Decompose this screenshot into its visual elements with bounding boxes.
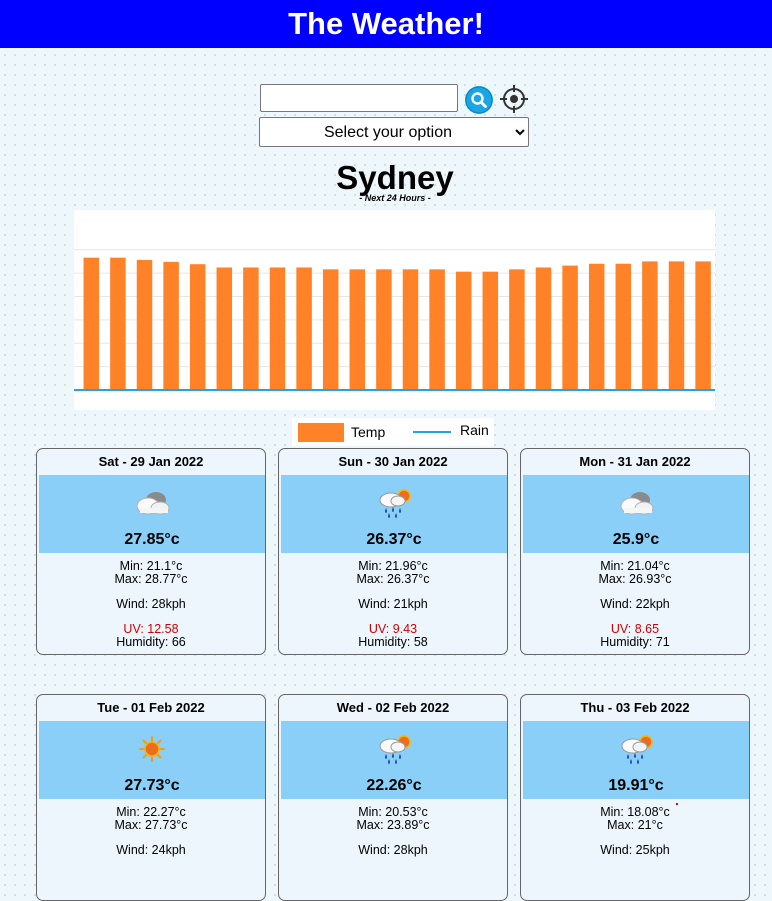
forecast-panel: 25.9°c [523, 475, 749, 553]
forecast-panel: 26.37°c [281, 475, 507, 553]
forecast-max: Max: 27.73°c [114, 818, 188, 832]
chart-temp-bar [189, 264, 206, 390]
search-icon [465, 86, 493, 114]
legend-rain-label: Rain [460, 422, 489, 438]
app-title: The Weather! [288, 6, 484, 41]
decorative-dot [676, 803, 678, 805]
option-select[interactable]: Select your option [259, 117, 529, 147]
forecast-card: Mon - 31 Jan 2022 25.9°c Min: 21.04°c Ma… [520, 448, 750, 655]
chart-temp-bar [110, 257, 126, 390]
forecast-humidity: Humidity: 58 [358, 635, 428, 649]
forecast-max: Max: 28.77°c [114, 572, 188, 586]
forecast-panel: 27.85°c [39, 475, 265, 553]
forecast-panel: 27.73°c [39, 721, 265, 799]
rain-sun-icon [616, 732, 656, 766]
chart-temp-bar [402, 269, 419, 390]
forecast-max: Max: 23.89°c [356, 818, 430, 832]
forecast-card: Sat - 29 Jan 2022 27.85°c Min: 21.1°c Ma… [36, 448, 266, 655]
forecast-date: Sun - 30 Jan 2022 [338, 454, 448, 469]
forecast-wind: Wind: 24kph [116, 843, 186, 857]
chart-legend: Temp Rain [292, 418, 494, 446]
chart-temp-bar [269, 267, 286, 390]
legend-rain-line [413, 431, 451, 433]
forecast-temp: 25.9°c [612, 531, 660, 548]
city-title: Sydney [336, 159, 454, 196]
search-input[interactable] [260, 84, 458, 112]
forecast-card: Sun - 30 Jan 2022 26.37°c Min: 21.96°c M… [278, 448, 508, 655]
chart-temp-bar [243, 267, 259, 390]
forecast-date: Wed - 02 Feb 2022 [336, 700, 450, 715]
forecast-wind: Wind: 22kph [600, 597, 670, 611]
chart-temp-bar [136, 259, 153, 390]
forecast-wind: Wind: 28kph [116, 597, 186, 611]
chart-temp-bar [296, 267, 312, 390]
search-button[interactable] [465, 86, 493, 114]
chart-temp-bar [349, 269, 366, 390]
forecast-card: Thu - 03 Feb 2022 19.91°c Min: 18.08°c M… [520, 694, 750, 901]
chart-temp-bar [588, 263, 605, 390]
chart-temp-bar [615, 263, 632, 390]
chart-temp-bar [509, 269, 525, 390]
forecast-wind: Wind: 28kph [358, 843, 428, 857]
rain-sun-icon [374, 486, 414, 520]
forecast-temp: 27.85°c [124, 531, 180, 548]
chart-temp-bar [455, 271, 472, 390]
forecast-temp: 26.37°c [366, 531, 422, 548]
cloud-icon [616, 486, 656, 520]
rain-sun-icon [374, 732, 414, 766]
chart-temp-bar [562, 265, 578, 390]
forecast-card: Wed - 02 Feb 2022 22.26°c Min: 20.53°c M… [278, 694, 508, 901]
chart-temp-bar [668, 261, 685, 390]
hourly-chart [74, 210, 715, 410]
chart-temp-bar [216, 267, 233, 390]
sun-icon [132, 732, 172, 766]
forecast-date: Thu - 03 Feb 2022 [580, 700, 690, 715]
forecast-panel: 22.26°c [281, 721, 507, 799]
forecast-temp: 27.73°c [124, 777, 180, 794]
forecast-max: Max: 26.37°c [356, 572, 430, 586]
legend-temp-label: Temp [351, 424, 386, 440]
forecast-temp: 22.26°c [366, 777, 422, 794]
legend-temp-swatch [298, 423, 344, 442]
forecast-panel: 19.91°c [523, 721, 749, 799]
cloud-icon [132, 486, 172, 520]
chart-temp-bar [429, 269, 445, 390]
hourly-chart-svg [74, 249, 715, 391]
chart-temp-bar [83, 257, 100, 390]
crosshair-icon [500, 85, 528, 113]
locate-button[interactable] [499, 84, 529, 114]
forecast-wind: Wind: 25kph [600, 843, 670, 857]
app-header: The Weather! [0, 0, 772, 48]
chart-temp-bar [163, 261, 179, 390]
forecast-subtitle: - Next 24 Hours - [359, 193, 431, 203]
forecast-wind: Wind: 21kph [358, 597, 428, 611]
forecast-date: Tue - 01 Feb 2022 [97, 700, 205, 715]
chart-temp-bar [642, 261, 658, 390]
forecast-max: Max: 26.93°c [598, 572, 672, 586]
chart-temp-bar [695, 261, 711, 390]
chart-temp-bar [482, 271, 499, 390]
chart-temp-bar [535, 267, 552, 390]
forecast-card: Tue - 01 Feb 2022 27.73°c Min: 22.27°c M… [36, 694, 266, 901]
forecast-humidity: Humidity: 71 [600, 635, 670, 649]
forecast-date: Sat - 29 Jan 2022 [98, 454, 204, 469]
forecast-date: Mon - 31 Jan 2022 [579, 454, 691, 469]
chart-temp-bar [322, 269, 339, 390]
forecast-max: Max: 21°c [607, 818, 663, 832]
forecast-humidity: Humidity: 66 [116, 635, 186, 649]
forecast-temp: 19.91°c [608, 777, 664, 794]
chart-temp-bar [376, 269, 392, 390]
